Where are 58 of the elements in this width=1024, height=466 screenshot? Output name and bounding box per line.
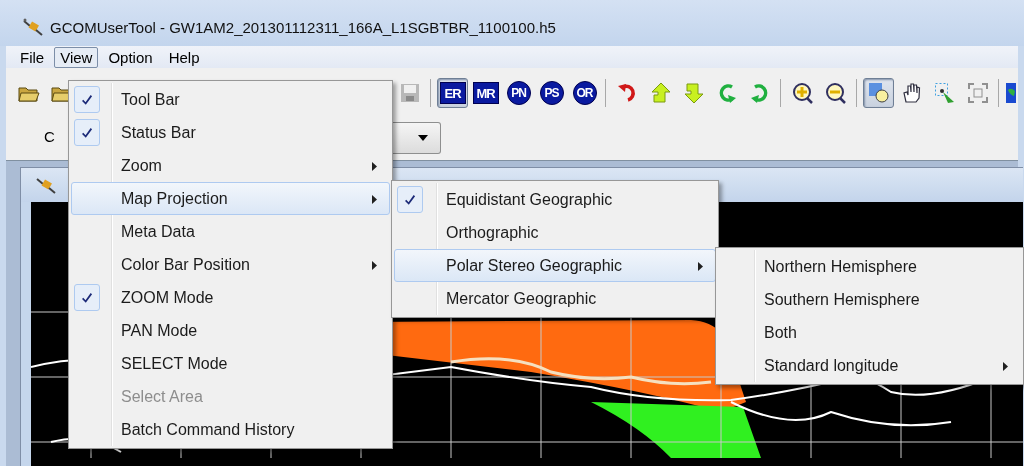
menu-item[interactable]: Northern Hemisphere	[718, 250, 1021, 283]
menu-item-label: Southern Hemisphere	[764, 290, 920, 309]
menu-item-label: Color Bar Position	[121, 255, 250, 274]
menu-bar-item[interactable]: Option	[102, 46, 159, 68]
globe-icon	[1006, 82, 1016, 104]
menu-item-label: Map Projection	[121, 189, 228, 208]
menu-item[interactable]: Orthographic	[394, 216, 716, 249]
floppy-icon	[399, 83, 420, 103]
menu-item[interactable]: Zoom	[71, 149, 390, 182]
menu-item[interactable]: Mercator Geographic	[394, 282, 716, 315]
up-arrow-icon	[649, 82, 672, 104]
hand-icon	[900, 82, 923, 104]
menu-item[interactable]: Standard longitude	[718, 349, 1021, 382]
menu-item[interactable]: Tool Bar	[71, 83, 390, 116]
menu-item[interactable]: ZOOM Mode	[71, 281, 390, 314]
menu-bar-item[interactable]: File	[14, 46, 51, 68]
select-icon	[867, 82, 890, 104]
zoom-out-icon	[824, 82, 847, 104]
menu-item-label: Tool Bar	[121, 90, 180, 109]
menu-item[interactable]: Polar Stereo Geographic	[394, 249, 716, 282]
menu-item[interactable]: SELECT Mode	[71, 347, 390, 380]
menu-item[interactable]: Status Bar	[71, 116, 390, 149]
menu-item[interactable]: Meta Data	[71, 215, 390, 248]
menu-item[interactable]: Batch Command History	[71, 413, 390, 446]
map-mode-button[interactable]: ER	[437, 78, 468, 108]
window-title: GCOMUserTool - GW1AM2_201301112311_166A_L1SGBTBR_1100100.h5	[50, 18, 556, 36]
menu-item-label: Batch Command History	[121, 420, 295, 439]
menu-item-label: Both	[764, 323, 797, 342]
menu-item-label: Zoom	[121, 156, 162, 175]
menu-item[interactable]: Map Projection	[71, 182, 390, 215]
menu-item-label: Standard longitude	[764, 356, 899, 375]
menu-item-label: Meta Data	[121, 222, 195, 241]
menu-item-label: ZOOM Mode	[121, 288, 214, 307]
menu-item[interactable]: Southern Hemisphere	[718, 283, 1021, 316]
menu-item[interactable]: PAN Mode	[71, 314, 390, 347]
menu-item-label: Equidistant Geographic	[446, 190, 613, 209]
menu-item-label: Mercator Geographic	[446, 289, 597, 308]
menu-item[interactable]: Equidistant Geographic	[394, 183, 716, 216]
menu-item-label: Orthographic	[446, 223, 539, 242]
zoom-in-icon	[791, 82, 814, 104]
fit-icon	[966, 82, 989, 104]
menu-item[interactable]: Both	[718, 316, 1021, 349]
menu-item-label: Polar Stereo Geographic	[446, 256, 623, 275]
menu-bar-item[interactable]: View	[54, 46, 99, 68]
select-button[interactable]	[863, 78, 894, 108]
menu-bar-item[interactable]: Help	[162, 46, 206, 68]
menu-item-label: SELECT Mode	[121, 354, 228, 373]
menu-item[interactable]: Color Bar Position	[71, 248, 390, 281]
select-area-icon	[933, 82, 956, 104]
dropdown-arrow-icon	[418, 135, 428, 141]
menu-item-label: PAN Mode	[121, 321, 198, 340]
menu-item-label: Status Bar	[121, 123, 196, 142]
menu-item-label: Northern Hemisphere	[764, 257, 917, 276]
combo-label: C	[44, 127, 55, 145]
menu-item-label: Select Area	[121, 387, 203, 406]
down-arrow-icon	[682, 82, 705, 104]
satellite-icon	[22, 17, 44, 37]
satellite-icon	[35, 175, 57, 195]
